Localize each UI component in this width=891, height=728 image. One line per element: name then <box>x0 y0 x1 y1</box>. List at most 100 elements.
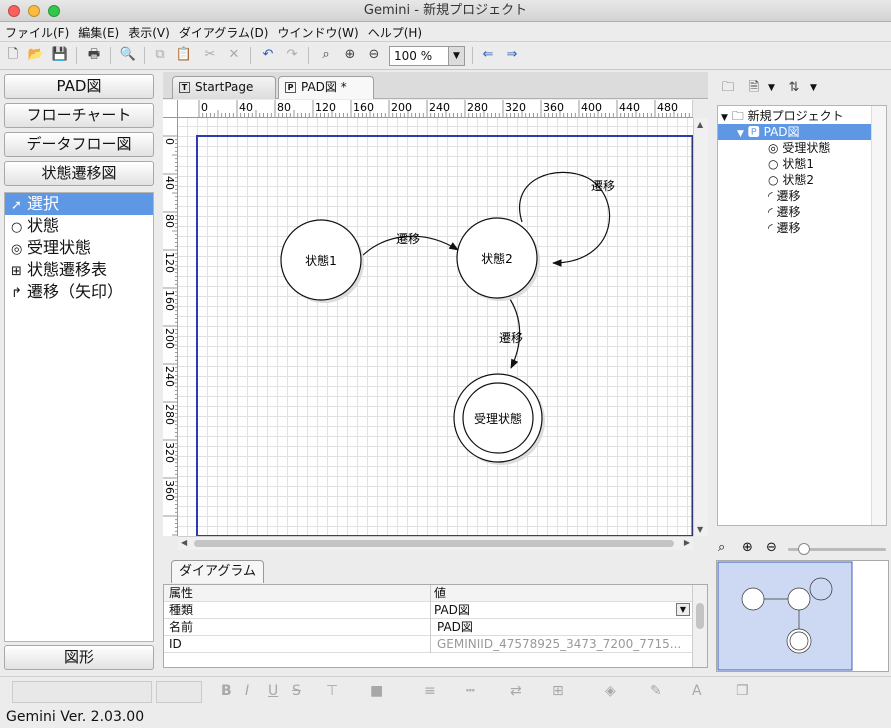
zoom-window-button[interactable] <box>48 5 60 17</box>
menu-file[interactable]: ファイル(F) <box>0 22 73 41</box>
vertical-ruler-ticks: 0 40 80 120 160 200 240 280 320 360 <box>163 135 177 536</box>
tool-state-table[interactable]: ⊞ 状態遷移表 <box>5 259 153 281</box>
minimap-viewport[interactable] <box>717 561 853 671</box>
arrow-style-icon[interactable]: ⇄ <box>510 683 522 699</box>
line-weight-icon[interactable]: ≡ <box>424 683 436 699</box>
scroll-up-icon[interactable]: ▲ <box>697 120 703 129</box>
zoom-out-icon[interactable]: ⊖ <box>766 540 777 555</box>
properties-scrollbar[interactable] <box>692 585 707 667</box>
menu-diagram[interactable]: ダイアグラム(D) <box>174 22 273 41</box>
tree-scrollbar[interactable] <box>871 106 886 525</box>
line-color-icon[interactable]: ✎ <box>650 683 662 699</box>
circle-icon: ○ <box>768 173 779 187</box>
zoom-slider-thumb[interactable] <box>798 543 810 555</box>
zoom-fit-icon[interactable]: ⌕ <box>316 45 336 65</box>
chevron-down-icon[interactable]: ▼ <box>810 83 817 93</box>
tree-item[interactable]: ◜ 遷移 <box>768 220 801 236</box>
property-row[interactable]: 種類 PAD図 ▼ <box>164 602 692 619</box>
shape-button[interactable]: 図形 <box>4 645 154 670</box>
pad-diagram-button[interactable]: PAD図 <box>4 74 154 99</box>
menu-edit[interactable]: 編集(E) <box>73 22 123 41</box>
tree-item[interactable]: ◎ 受理状態 <box>768 140 830 156</box>
font-family-select[interactable] <box>12 681 152 703</box>
project-tree: ▼ 🗀 新規プロジェクト ▼ 🅿 PAD図 ◎ 受理状態 ○ 状態1 ○ 状態2… <box>717 105 887 526</box>
arrow-left-icon[interactable]: ⇐ <box>478 45 498 65</box>
font-size-select[interactable] <box>156 681 202 703</box>
zoom-select[interactable]: 100 % ▼ <box>389 46 465 66</box>
new-diagram-icon[interactable]: 🗎 <box>744 78 764 98</box>
open-folder-icon[interactable]: 📂 <box>26 45 46 65</box>
diagram-canvas[interactable]: 状態1 状態2 受理状態 遷移 遷移 遷移 <box>178 118 693 536</box>
tool-accept-state[interactable]: ◎ 受理状態 <box>5 237 153 259</box>
editor-area: T StartPage P PAD図 * 0 40 80 120 160 200 240 280 3… <box>163 72 708 552</box>
property-row[interactable]: 名前 PAD図 <box>164 619 692 636</box>
shadow-icon[interactable]: ❐ <box>736 683 749 699</box>
bold-icon[interactable]: B <box>221 683 232 699</box>
state-transition-button[interactable]: 状態遷移図 <box>4 161 154 186</box>
scroll-left-icon[interactable]: ◀ <box>181 538 187 547</box>
cut-icon[interactable]: ✂ <box>200 45 220 65</box>
tree-item[interactable]: ◜ 遷移 <box>768 204 801 220</box>
undo-icon[interactable]: ↶ <box>258 45 278 65</box>
align-top-icon[interactable]: ⊤ <box>326 683 338 699</box>
properties-scroll-thumb[interactable] <box>696 603 704 629</box>
tree-diagram-node[interactable]: ▼ 🅿 PAD図 <box>718 124 886 140</box>
paste-icon[interactable]: 📋 <box>174 45 194 65</box>
line-style-icon[interactable]: ┅ <box>466 683 474 699</box>
print-icon[interactable]: 🖶 <box>84 45 104 65</box>
tree-root[interactable]: ▼ 🗀 新規プロジェクト <box>721 108 844 124</box>
new-folder-icon[interactable]: 🗀 <box>718 78 738 98</box>
tool-state[interactable]: ○ 状態 <box>5 215 153 237</box>
ruler-label: 0 <box>163 138 176 145</box>
underline-icon[interactable]: U <box>268 683 278 699</box>
tool-label: 選択 <box>27 194 60 213</box>
tree-item[interactable]: ○ 状態1 <box>768 156 814 172</box>
menu-view[interactable]: 表示(V) <box>123 22 174 41</box>
zoom-out-icon[interactable]: ⊖ <box>364 45 384 65</box>
horizontal-scrollbar[interactable]: ◀ ▶ <box>178 536 693 550</box>
tree-item[interactable]: ○ 状態2 <box>768 172 814 188</box>
property-type-select[interactable]: PAD図 ▼ <box>430 602 692 619</box>
accept-state-label: 受理状態 <box>474 411 522 426</box>
vertical-scrollbar[interactable]: ▲ ▼ <box>693 118 708 536</box>
tab-pad-diagram[interactable]: P PAD図 * <box>278 76 374 99</box>
print-preview-icon[interactable]: 🔍 <box>118 45 138 65</box>
redo-icon[interactable]: ↷ <box>282 45 302 65</box>
zoom-in-icon[interactable]: ⊕ <box>742 540 753 555</box>
flowchart-button[interactable]: フローチャート <box>4 103 154 128</box>
tool-select[interactable]: ➚ 選択 <box>5 193 153 215</box>
delete-icon[interactable]: ✕ <box>224 45 244 65</box>
close-window-button[interactable] <box>8 5 20 17</box>
horizontal-scroll-thumb[interactable] <box>194 540 674 547</box>
sort-icon[interactable]: ⇅ <box>784 78 804 98</box>
menu-window[interactable]: ウインドウ(W) <box>272 22 362 41</box>
zoom-in-icon[interactable]: ⊕ <box>340 45 360 65</box>
copy-icon[interactable]: ⧉ <box>150 45 170 65</box>
property-value[interactable]: PAD図 <box>430 619 692 636</box>
tab-startpage[interactable]: T StartPage <box>172 76 276 99</box>
property-value[interactable]: GEMINIID_47578925_3473_7200_7715... <box>430 636 692 653</box>
transition-icon: ◜ <box>768 205 773 219</box>
font-color-icon[interactable]: A <box>692 683 702 699</box>
pad-diagram-icon: 🅿 <box>747 125 760 139</box>
strikethrough-icon[interactable]: S <box>292 683 301 699</box>
zoom-fit-icon[interactable]: ⌕ <box>718 540 725 555</box>
italic-icon[interactable]: I <box>245 683 249 699</box>
new-file-icon[interactable]: 🗋 <box>3 45 23 65</box>
scroll-right-icon[interactable]: ▶ <box>684 538 690 547</box>
scroll-down-icon[interactable]: ▼ <box>697 525 703 534</box>
tab-diagram-properties[interactable]: ダイアグラム <box>171 560 264 583</box>
tool-transition[interactable]: ↱ 遷移（矢印） <box>5 281 153 303</box>
minimize-window-button[interactable] <box>28 5 40 17</box>
dataflow-button[interactable]: データフロー図 <box>4 132 154 157</box>
menu-help[interactable]: ヘルプ(H) <box>363 22 426 41</box>
fill-box-icon[interactable]: ■ <box>370 683 383 699</box>
chevron-down-icon[interactable]: ▼ <box>768 83 775 93</box>
arrow-right-icon[interactable]: ⇒ <box>502 45 522 65</box>
tree-item[interactable]: ◜ 遷移 <box>768 188 801 204</box>
fill-color-icon[interactable]: ◈ <box>605 683 616 699</box>
overview-minimap[interactable] <box>716 560 889 672</box>
grid-icon[interactable]: ⊞ <box>552 683 564 699</box>
save-icon[interactable]: 💾 <box>50 45 70 65</box>
property-row[interactable]: ID GEMINIID_47578925_3473_7200_7715... <box>164 636 692 653</box>
